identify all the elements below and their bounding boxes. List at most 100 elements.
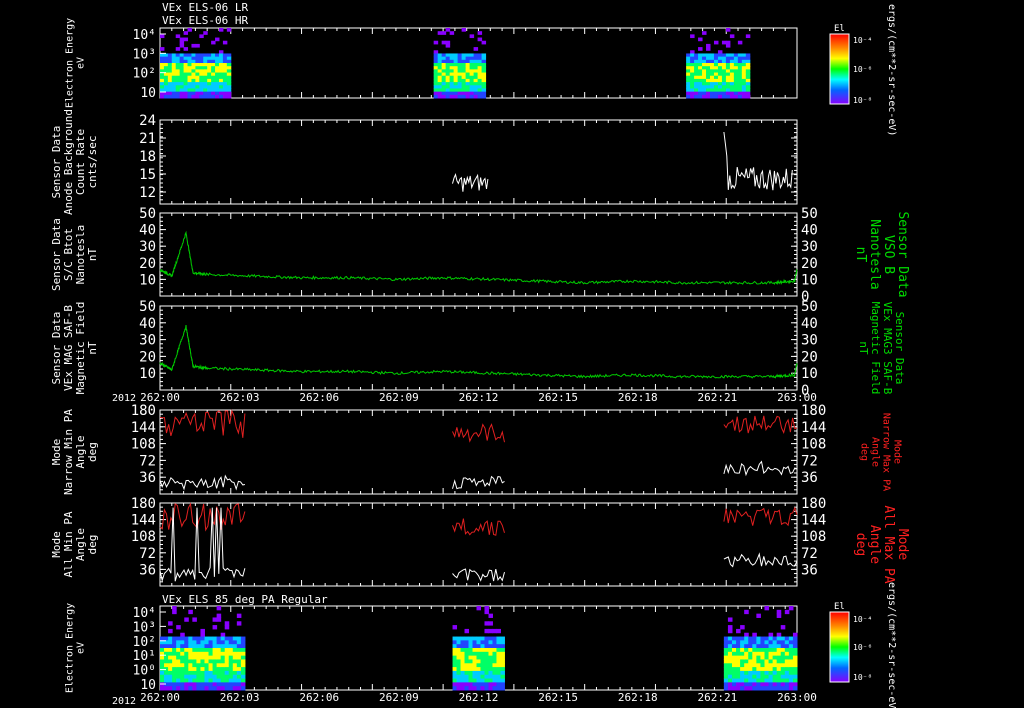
heatmap-cell [218,50,224,54]
heatmap-cell [183,63,189,67]
heatmap-cell [737,82,743,86]
heatmap-cell [171,78,177,83]
heatmap-cell [473,56,479,61]
right-y-tick-label: 50 [801,299,818,315]
heatmap-cell [160,34,165,39]
heatmap-cell [468,686,474,691]
heatmap-cell [200,655,205,660]
heatmap-cell [184,651,189,657]
heatmap-cell [741,85,747,89]
heatmap-cell [216,606,222,611]
heatmap-cell [752,632,757,638]
colorbar-top-title: El [834,24,845,34]
heatmap-cell [172,655,177,660]
heatmap-cell [736,644,741,649]
heatmap-cell [175,63,181,67]
y-tick-label: 10⁴ [133,28,156,43]
heatmap-cell [183,85,189,89]
heatmap-cell [772,686,778,691]
heatmap-cell [220,682,226,687]
heatmap-cell [472,667,478,672]
right-y-tick-label: 144 [801,513,826,529]
heatmap-cell [760,678,765,683]
heatmap-cell [456,674,462,680]
heatmap-cell [207,91,212,96]
heatmap-cell [481,91,487,96]
heatmap-cell [199,53,204,58]
heatmap-cell [224,625,230,630]
heatmap-cell [706,78,711,83]
heatmap-cell [433,72,439,77]
heatmap-cell [433,69,439,74]
heatmap-cell [215,53,220,58]
heatmap-cell [776,613,782,618]
year-label-2: 2012 [112,696,136,707]
heatmap-cell [216,686,222,691]
heatmap-cell [477,31,483,35]
heatmap-cell [723,655,729,660]
heatmap-cell [236,667,242,672]
heatmap-cell [756,682,761,687]
heatmap-cell [481,78,487,83]
heatmap-cell [164,686,169,691]
heatmap-cell [484,606,489,611]
heatmap-cell [500,636,505,641]
heatmap-cell [492,678,497,683]
heatmap-cell [756,636,761,641]
heatmap-cell [222,59,228,64]
heatmap-cell [476,651,481,657]
heatmap-cell [445,85,451,89]
heatmap-cell [473,82,479,86]
heatmap-cell [737,69,743,74]
y-tick-label: 144 [131,513,156,529]
heatmap-cell [187,59,192,64]
heatmap-cell [752,644,757,649]
heatmap-cell [694,59,699,64]
heatmap-cell [698,63,703,67]
heatmap-cell [477,69,483,74]
heatmap-cell [222,69,228,74]
heatmap-cell [469,66,475,70]
heatmap-cell [222,88,228,93]
heatmap-cell [727,686,733,691]
y-tick-label: 180 [131,496,156,512]
heatmap-cell [731,651,737,657]
heatmap-cell [172,678,177,683]
heatmap-cell [232,651,238,657]
heatmap-cell [228,659,234,664]
heatmap-cell [216,682,222,687]
heatmap-cell [171,63,177,67]
heatmap-cell [188,663,193,668]
x-tick-label: 262:12 [459,691,499,704]
heatmap-cell [492,667,497,672]
heatmap-cell [752,651,757,657]
heatmap-cell [717,72,723,77]
heatmap-cell [445,88,451,93]
heatmap-cell [236,678,242,683]
heatmap-cell [752,640,757,645]
heatmap-cell [480,670,485,676]
heatmap-cell [457,53,463,58]
heatmap-cell [468,678,474,683]
heatmap-cell [180,682,185,687]
heatmap-cell [780,670,786,676]
heatmap-cell [473,75,479,80]
heatmap-cell [736,663,741,668]
heatmap-cell [192,659,197,664]
heatmap-cell [484,667,489,672]
heatmap-cell [686,69,691,74]
heatmap-cell [702,63,707,67]
y-tick-label: 40 [139,316,156,332]
right-axis-label: VSO B [881,235,896,274]
heatmap-cell [772,644,778,649]
heatmap-cell [469,53,475,58]
heatmap-cell [184,640,189,645]
heatmap-cell [480,644,485,649]
heatmap-cell [433,40,439,45]
heatmap-cell [741,66,747,70]
heatmap-cell [729,66,735,70]
heatmap-cell [721,82,727,86]
heatmap-cell [207,53,212,58]
heatmap-cell [784,663,790,668]
heatmap-cell [488,670,493,676]
